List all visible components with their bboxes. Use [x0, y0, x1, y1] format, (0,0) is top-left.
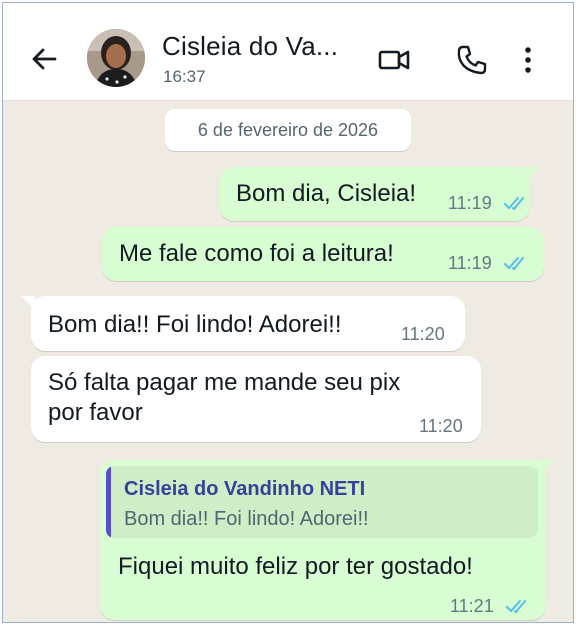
message-text: Fiquei muito feliz por ter gostado!	[118, 553, 473, 580]
quote-accent-bar	[106, 466, 111, 538]
voice-call-icon[interactable]	[455, 43, 489, 77]
message-text-line-2: por favor	[48, 399, 143, 426]
message-time: 11:19	[448, 253, 492, 273]
last-seen-time: 16:37	[163, 67, 206, 86]
message-text-line-1: Só falta pagar me mande seu pix	[48, 369, 401, 396]
read-ticks-icon	[504, 257, 524, 270]
video-call-icon[interactable]	[377, 43, 411, 77]
chat-screen: Cisleia do Va... 16:37 6 de fevereiro de…	[2, 2, 574, 623]
message-text: Me fale como foi a leitura!	[119, 240, 394, 267]
message-time: 11:19	[448, 193, 492, 213]
message-time: 11:21	[450, 596, 494, 616]
message-text: Bom dia, Cisleia!	[236, 180, 417, 207]
chat-header: Cisleia do Va... 16:37	[3, 3, 573, 101]
message-time: 11:20	[419, 416, 463, 436]
contact-name[interactable]: Cisleia do Va...	[162, 31, 358, 62]
quoted-message[interactable]: Cisleia do Vandinho NETI Bom dia!! Foi l…	[106, 466, 538, 538]
outgoing-reply-message[interactable]: Cisleia do Vandinho NETI Bom dia!! Foi l…	[100, 460, 546, 620]
quoted-text: Bom dia!! Foi lindo! Adorei!!	[124, 508, 369, 530]
message-time: 11:20	[401, 324, 445, 344]
back-arrow-icon[interactable]	[29, 43, 61, 75]
read-ticks-icon	[506, 600, 526, 613]
outgoing-message[interactable]: Bom dia, Cisleia! 11:19	[220, 167, 530, 221]
avatar[interactable]	[87, 29, 145, 87]
outgoing-message[interactable]: Me fale como foi a leitura! 11:19	[102, 227, 544, 281]
quoted-author: Cisleia do Vandinho NETI	[124, 478, 366, 500]
date-divider: 6 de fevereiro de 2026	[165, 109, 411, 151]
message-text: Bom dia!! Foi lindo! Adorei!!	[48, 311, 342, 338]
read-ticks-icon	[504, 197, 524, 210]
incoming-message[interactable]: Bom dia!! Foi lindo! Adorei!! 11:20	[31, 296, 465, 351]
incoming-message[interactable]: Só falta pagar me mande seu pix por favo…	[31, 356, 481, 442]
more-options-icon[interactable]	[519, 43, 537, 77]
